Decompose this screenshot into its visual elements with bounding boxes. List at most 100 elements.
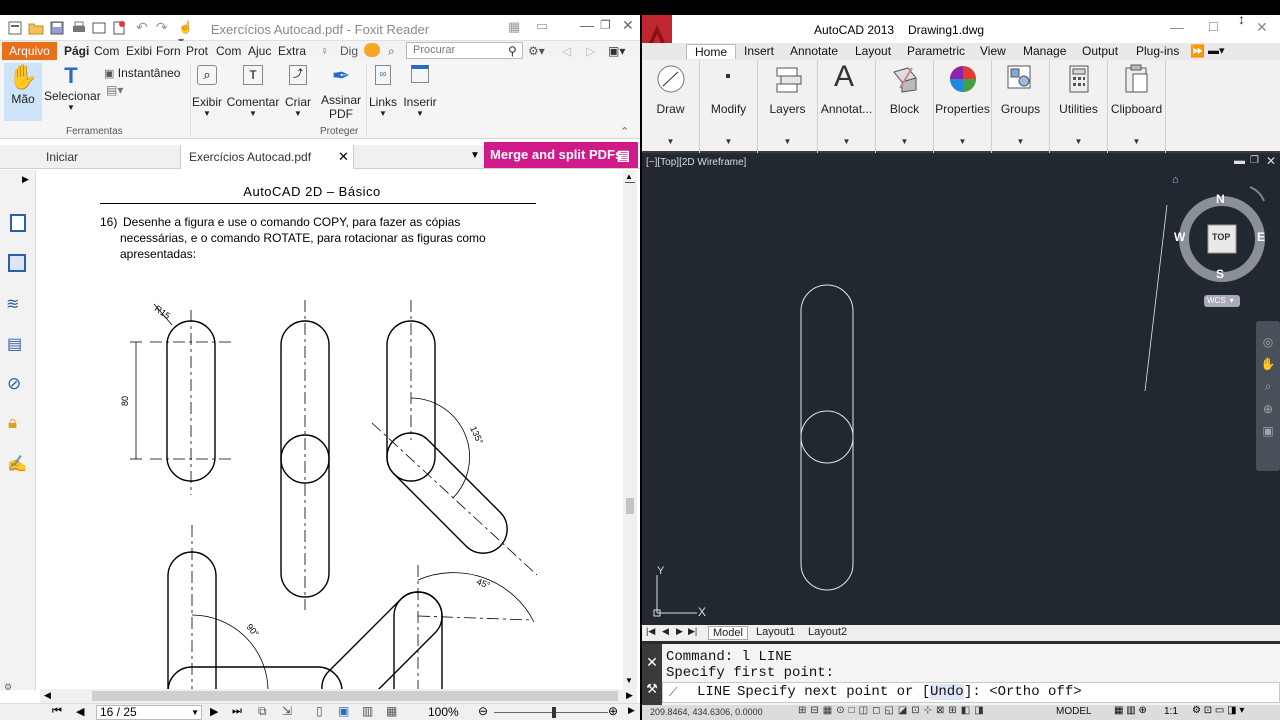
foxit-restore-icon[interactable]: ❐ (600, 18, 611, 32)
zoom-in-icon[interactable]: ⊕ (608, 704, 618, 718)
user-icon[interactable]: ▣▾ (608, 44, 625, 58)
export-icon[interactable]: ⇲ (282, 704, 292, 718)
menu-page[interactable]: Pági (64, 44, 89, 58)
menu-form[interactable]: Forn (156, 44, 181, 58)
drafting-toggles[interactable]: ⊞⊟▦⊙□◫◻◱◪⊡⊹⊠⊞◧◨ (798, 705, 988, 716)
menu-view[interactable]: Exibi (126, 44, 152, 58)
foxit-layout-icon[interactable]: ▦ (508, 19, 520, 35)
pages-icon[interactable] (8, 254, 26, 272)
menu-help[interactable]: Ajuc (248, 44, 271, 58)
vertical-scrollbar[interactable]: ▲ ▼ (623, 170, 637, 690)
zoom-level[interactable]: 100% (428, 705, 459, 719)
first-page-icon[interactable]: ⏮ (52, 705, 62, 718)
orbit-icon[interactable]: ⊕ (1256, 402, 1280, 416)
nav-back-icon[interactable]: ◁ (562, 44, 571, 58)
cursor-coordinates[interactable]: 209.8464, 434.6306, 0.0000 (650, 707, 763, 717)
panel-annotation[interactable]: A Annotat... ▼ (818, 60, 876, 153)
command-window[interactable]: ✕ ⚒ Command: l LINE Specify first point:… (642, 644, 1280, 705)
last-page-icon[interactable]: ⏭ (232, 705, 242, 718)
zoom-extents-icon[interactable]: ⌕ (1256, 379, 1280, 394)
links-button[interactable]: ∞ Links ▼ (368, 65, 398, 118)
search-icon[interactable]: ⚲ (508, 44, 517, 58)
tab-document[interactable]: Exercícios Autocad.pdf (180, 145, 354, 169)
feedback-icon[interactable] (364, 43, 380, 57)
attachments-icon[interactable]: ⊘ (7, 374, 21, 394)
menu-protect[interactable]: Prot (186, 44, 208, 58)
tab-view[interactable]: View (980, 44, 1006, 58)
ribbon-display-icon[interactable]: ▬▾ (1208, 44, 1225, 57)
autocad-minimize-icon[interactable]: — (1170, 19, 1184, 35)
single-page-icon[interactable]: ▯ (316, 704, 323, 718)
showmotion-icon[interactable]: ▣ (1256, 424, 1280, 438)
comment-button[interactable]: T Comentar ▼ (226, 65, 280, 118)
view-button[interactable]: ⌕ Exibir ▼ (190, 65, 224, 118)
wcs-menu[interactable]: WCS ▾ (1204, 295, 1240, 307)
command-window-handle[interactable]: ✕ ⚒ (642, 644, 662, 705)
more-tabs-icon[interactable]: ⏩ (1190, 44, 1205, 58)
viewcube-south[interactable]: S (1216, 267, 1224, 281)
layout-last-icon[interactable]: ▶| (688, 626, 697, 637)
tab-insert[interactable]: Insert (744, 44, 774, 58)
facing-page-icon[interactable]: ▥ (362, 704, 373, 718)
menu-extra[interactable]: Extra (278, 44, 306, 58)
foxit-minimize-icon[interactable]: — (580, 17, 594, 33)
scroll-up-icon[interactable]: ▲ (625, 172, 633, 181)
settings-icon[interactable]: ⚙▾ (528, 44, 545, 58)
tab-parametric[interactable]: Parametric (907, 44, 965, 58)
menu-comment[interactable]: Com (94, 44, 119, 58)
viewcube-east[interactable]: E (1257, 230, 1265, 244)
merge-split-banner[interactable]: Merge and split PDFs ▤ (484, 142, 638, 168)
layout-prev-icon[interactable]: ◀ (662, 626, 669, 637)
tab-layout[interactable]: Layout (855, 44, 891, 58)
scroll-left-icon[interactable]: ◀ (44, 690, 51, 701)
tab-manage[interactable]: Manage (1023, 44, 1066, 58)
tab-start[interactable]: Iniciar (38, 145, 178, 169)
lightbulb-icon[interactable]: ♀ (320, 44, 329, 58)
page-thumbnails-icon[interactable] (10, 214, 26, 232)
zoom-slider-thumb[interactable] (552, 707, 556, 718)
panel-clipboard[interactable]: Clipboard ▼ (1108, 60, 1166, 153)
next-page-icon[interactable]: ▶ (210, 705, 218, 718)
h-scroll-thumb[interactable] (92, 691, 618, 701)
model-space-toggle[interactable]: MODEL (1056, 706, 1092, 717)
pan-icon[interactable]: ✋ (1256, 357, 1280, 371)
search-input[interactable]: Procurar (406, 42, 523, 59)
tab-home[interactable]: Home (686, 44, 737, 59)
panel-block[interactable]: Block ▼ (876, 60, 934, 153)
layout-tab-layout1[interactable]: Layout1 (756, 626, 795, 638)
sign-pdf-button[interactable]: ✒ Assinar PDF (318, 63, 364, 121)
create-button[interactable]: ⤴ Criar ▼ (284, 65, 312, 118)
scroll-right-icon[interactable]: ▶ (626, 690, 633, 701)
nav-forward-icon[interactable]: ▷ (586, 44, 595, 58)
page-view-icon[interactable]: ⧉ (258, 704, 267, 719)
navigation-bar[interactable]: ◎ ✋ ⌕ ⊕ ▣ (1256, 321, 1280, 471)
steering-wheel-icon[interactable]: ◎ (1256, 335, 1280, 349)
select-tool-button[interactable]: T Selecionar ▼ (44, 63, 101, 121)
command-input[interactable]: ⟋ LINE Specify next point or [ Undo ]: <… (662, 682, 1280, 703)
foxit-close-icon[interactable]: ✕ (622, 17, 634, 34)
scroll-down-icon[interactable]: ▼ (625, 676, 633, 685)
prev-page-icon[interactable]: ◀ (76, 705, 84, 718)
workspace-icons[interactable]: ⚙ ⊡ ▭ ◨ ▾ (1192, 705, 1244, 716)
menu-share[interactable]: Com (216, 44, 241, 58)
signature-icon[interactable]: ✍ (7, 454, 27, 474)
panel-draw[interactable]: Draw ▼ (642, 60, 700, 153)
tab-output[interactable]: Output (1082, 44, 1118, 58)
drawing-viewport[interactable]: [−][Top][2D Wireframe] ▬ ❐ ✕ Y X ⌂ N S E… (642, 154, 1280, 637)
layout-tab-layout2[interactable]: Layout2 (808, 626, 847, 638)
tab-list-icon[interactable]: ▼ (470, 150, 480, 161)
close-tab-icon[interactable]: ✕ (338, 149, 349, 165)
command-close-icon[interactable]: ✕ (642, 654, 662, 671)
lock-icon[interactable]: 🔒︎ (8, 413, 17, 433)
find-icon[interactable]: ⌕ (388, 44, 395, 59)
viewcube-west[interactable]: W (1174, 230, 1185, 244)
page-number-input[interactable]: 16 / 25 ▼ (96, 705, 202, 720)
comments-icon[interactable]: ▤ (7, 334, 22, 354)
layout-next-icon[interactable]: ▶ (676, 626, 683, 637)
command-option-undo[interactable]: Undo (930, 684, 964, 700)
viewcube-top[interactable]: TOP (1212, 232, 1230, 242)
continuous-page-icon[interactable]: ▣ (338, 704, 349, 718)
expand-pane-icon[interactable]: ▶ (22, 174, 29, 185)
layout-first-icon[interactable]: |◀ (646, 626, 655, 637)
viewcube-north[interactable]: N (1216, 192, 1225, 206)
